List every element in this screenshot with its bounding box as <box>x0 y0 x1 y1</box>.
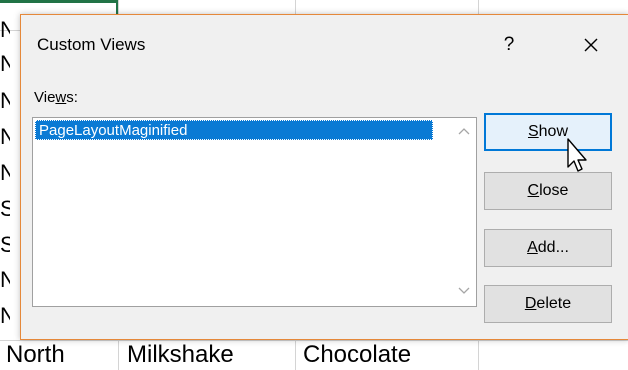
cell-edge-text: N <box>0 18 10 42</box>
cell-region[interactable]: North <box>6 340 65 370</box>
cell-edge-text: S <box>0 197 10 221</box>
dialog-title: Custom Views <box>37 35 146 54</box>
cell-edge-text: N <box>0 161 10 185</box>
help-button[interactable]: ? <box>491 29 527 61</box>
delete-button[interactable]: Delete <box>484 285 612 323</box>
scroll-up-arrow-icon[interactable] <box>455 122 473 140</box>
cell-flavor[interactable]: Chocolate <box>303 340 411 370</box>
cell-edge-text: N <box>0 52 10 76</box>
cell-edge-text: S <box>0 233 10 257</box>
scroll-down-arrow-icon[interactable] <box>455 282 473 300</box>
cell-edge-text: N <box>0 125 10 149</box>
active-cell-border <box>0 0 118 3</box>
mouse-pointer-icon <box>565 137 593 183</box>
list-item[interactable]: PageLayoutMaginified <box>35 120 433 140</box>
cell-edge-text: N <box>0 268 10 292</box>
views-listbox[interactable]: PageLayoutMaginified <box>32 117 477 307</box>
views-label: Views: <box>34 89 78 106</box>
add-button[interactable]: Add... <box>484 229 612 267</box>
close-icon[interactable] <box>573 29 609 61</box>
custom-views-dialog: Custom Views ? Views: PageLayoutMaginifi… <box>20 14 628 340</box>
cell-edge-text: N <box>0 89 10 113</box>
cell-product[interactable]: Milkshake <box>127 340 234 370</box>
cell-edge-text: N <box>0 304 10 328</box>
